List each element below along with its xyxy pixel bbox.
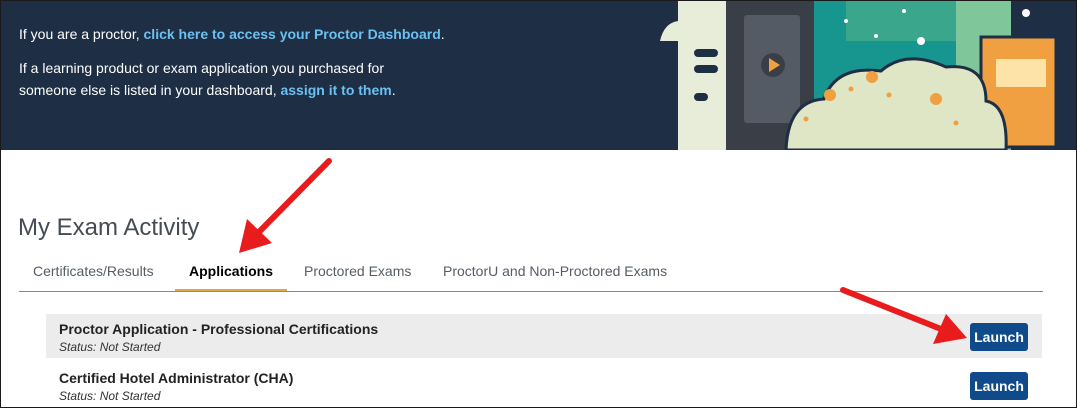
tab-proctoru-non-proctored[interactable]: ProctorU and Non-Proctored Exams — [443, 263, 667, 289]
application-row: Proctor Application - Professional Certi… — [46, 314, 1042, 358]
proctor-prefix: If you are a proctor, — [19, 26, 140, 42]
application-row: Certified Hotel Administrator (CHA) Stat… — [46, 363, 1042, 407]
assign-link[interactable]: assign it to them — [280, 82, 391, 98]
application-title: Certified Hotel Administrator (CHA) — [59, 370, 294, 386]
activity-tabs: Certificates/Results Applications Procto… — [19, 263, 1043, 292]
assign-suffix: . — [391, 82, 396, 98]
arrow-to-applications-tab — [239, 219, 272, 253]
application-status: Status: Not Started — [59, 389, 161, 403]
tab-proctored-exams[interactable]: Proctored Exams — [304, 263, 411, 289]
assign-line-1: If a learning product or exam applicatio… — [19, 60, 384, 76]
banner-text: If you are a proctor, click here to acce… — [19, 23, 445, 101]
launch-button[interactable]: Launch — [970, 372, 1028, 400]
tab-certificates-results[interactable]: Certificates/Results — [33, 263, 154, 289]
banner-illustration — [660, 1, 1076, 150]
section-title: My Exam Activity — [18, 214, 200, 241]
page: If you are a proctor, click here to acce… — [0, 0, 1077, 408]
assign-prefix: someone else is listed in your dashboard… — [19, 82, 277, 98]
proctor-suffix: . — [440, 26, 445, 42]
dashboard-banner: If you are a proctor, click here to acce… — [1, 1, 1076, 150]
application-title: Proctor Application - Professional Certi… — [59, 321, 379, 337]
proctor-dashboard-link[interactable]: click here to access your Proctor Dashbo… — [144, 26, 441, 42]
application-status: Status: Not Started — [59, 340, 161, 354]
tab-applications[interactable]: Applications — [175, 263, 288, 291]
launch-button[interactable]: Launch — [970, 323, 1028, 351]
